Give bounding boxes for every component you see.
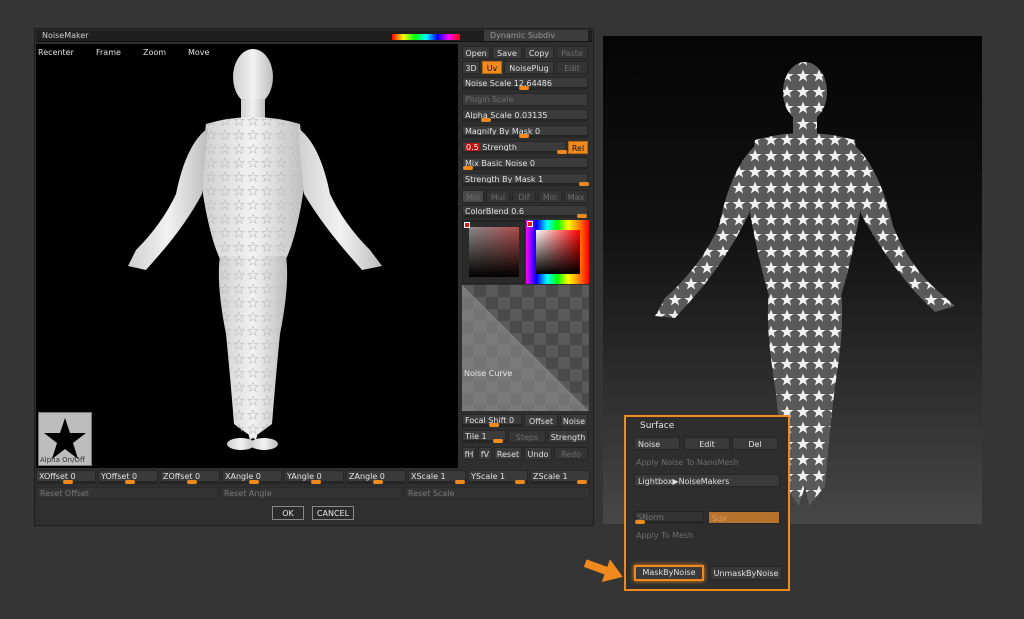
ok-button[interactable]: OK [272, 506, 304, 520]
blend-dif-button[interactable]: Dif [512, 190, 536, 203]
yscale-slider[interactable]: YScale 1 [468, 470, 528, 484]
focal-shift-slider[interactable]: Focal Shift 0 [462, 414, 522, 427]
move-button[interactable]: Move [188, 48, 209, 57]
alpha-thumbnail[interactable]: Alpha On/Off [38, 412, 92, 466]
rel-button[interactable]: Rel [568, 141, 588, 154]
window-title: NoiseMaker [42, 31, 89, 40]
secondary-color-picker[interactable] [526, 220, 589, 284]
surface-title: Surface [640, 421, 675, 431]
frame-button[interactable]: Frame [96, 48, 121, 57]
mask-by-noise-button[interactable]: MaskByNoise [634, 565, 704, 581]
blend-mix-button[interactable]: Mix [462, 190, 484, 203]
curve-reset-button[interactable]: Reset [494, 447, 522, 460]
blend-max-button[interactable]: Max [564, 190, 588, 203]
dynamic-subdiv-button[interactable]: Dynamic Subdiv [484, 30, 588, 41]
undo-button[interactable]: Undo [524, 447, 552, 460]
tile-slider[interactable]: Tile 1 [462, 430, 506, 443]
zoffset-slider[interactable]: ZOffset 0 [160, 470, 220, 484]
color-blend-slider[interactable]: ColorBlend 0.6 [462, 205, 588, 218]
strength-slider[interactable]: 0.5 Strength [462, 141, 567, 154]
curve-strength-button[interactable]: Strength [548, 430, 588, 443]
uv-button[interactable]: Uv [482, 61, 502, 74]
edit-button[interactable]: Edit [556, 61, 588, 74]
offset-button[interactable]: Offset [524, 414, 558, 427]
primary-color-swatch[interactable] [464, 222, 470, 228]
redo-button[interactable]: Redo [554, 447, 588, 460]
color-strip [392, 34, 460, 40]
secondary-color-swatch[interactable] [527, 221, 533, 227]
surface-panel: Surface Noise Edit Del Apply Noise To Na… [624, 415, 790, 591]
xangle-slider[interactable]: XAngle 0 [222, 470, 282, 484]
zangle-slider[interactable]: ZAngle 0 [346, 470, 406, 484]
figure-preview [128, 49, 382, 450]
curve-area [462, 285, 589, 411]
zoom-button[interactable]: Zoom [143, 48, 166, 57]
noise-curve-editor[interactable]: Noise Curve [462, 285, 589, 411]
surface-edit-button[interactable]: Edit [684, 437, 730, 450]
apply-to-mesh[interactable]: Apply To Mesh [636, 531, 693, 540]
apply-noise-nanomesh[interactable]: Apply Noise To NanoMesh [636, 458, 739, 467]
steps-button[interactable]: Steps [508, 430, 546, 443]
alpha-onoff-label[interactable]: Alpha On/Off [40, 456, 85, 464]
blend-mul-button[interactable]: Mul [486, 190, 510, 203]
cancel-button[interactable]: CANCEL [312, 506, 354, 520]
strength-by-mask-slider[interactable]: Strength By Mask 1 [462, 173, 589, 186]
hue-gradient [536, 230, 580, 274]
3d-button[interactable]: 3D [462, 61, 480, 74]
recenter-button[interactable]: Recenter [38, 48, 74, 57]
reset-scale-button[interactable]: Reset Scale [404, 487, 590, 499]
magnify-by-mask-slider[interactable]: Magnify By Mask 0 [462, 125, 588, 138]
noise-curve-label: Noise Curve [464, 369, 513, 378]
primary-color-picker[interactable] [462, 220, 525, 284]
xscale-slider[interactable]: XScale 1 [408, 470, 466, 484]
alpha-scale-slider[interactable]: Alpha Scale 0.03135 [462, 109, 588, 122]
copy-button[interactable]: Copy [524, 46, 554, 59]
curve-noise-button[interactable]: Noise [560, 414, 588, 427]
noise-scale-slider[interactable]: Noise Scale 12.64486 [462, 77, 588, 90]
save-button[interactable]: Save [492, 46, 522, 59]
plugin-scale-slider[interactable]: Plugin Scale [462, 93, 588, 106]
flip-v-button[interactable]: fV [478, 447, 492, 460]
transform-sliders: XOffset 0 YOffset 0 ZOffset 0 XAngle 0 Y… [36, 470, 591, 484]
suv-button[interactable]: Suv [708, 511, 780, 524]
plugin-scale-label: Plugin Scale [465, 95, 514, 104]
surface-noise-button[interactable]: Noise [634, 437, 680, 450]
snorm-slider[interactable]: SNorm [634, 511, 704, 524]
noise-preview-viewport[interactable] [36, 44, 458, 468]
open-button[interactable]: Open [462, 46, 490, 59]
blend-min-button[interactable]: Min [538, 190, 562, 203]
pointer-arrow-icon [583, 559, 623, 582]
unmask-by-noise-button[interactable]: UnmaskByNoise [710, 566, 782, 580]
yangle-slider[interactable]: YAngle 0 [284, 470, 344, 484]
lightbox-noisemakers-button[interactable]: Lightbox▶NoiseMakers [634, 474, 780, 487]
xoffset-slider[interactable]: XOffset 0 [36, 470, 96, 484]
reset-offset-button[interactable]: Reset Offset [36, 487, 218, 499]
noiseplug-button[interactable]: NoisePlug [504, 61, 554, 74]
paste-button[interactable]: Paste [556, 46, 588, 59]
surface-del-button[interactable]: Del [732, 437, 778, 450]
flip-h-button[interactable]: fH [462, 447, 476, 460]
color-gradient [469, 227, 519, 277]
reset-angle-button[interactable]: Reset Angle [220, 487, 402, 499]
mix-basic-noise-slider[interactable]: Mix Basic Noise 0 [462, 157, 588, 170]
yoffset-slider[interactable]: YOffset 0 [98, 470, 158, 484]
zscale-slider[interactable]: ZScale 1 [530, 470, 590, 484]
